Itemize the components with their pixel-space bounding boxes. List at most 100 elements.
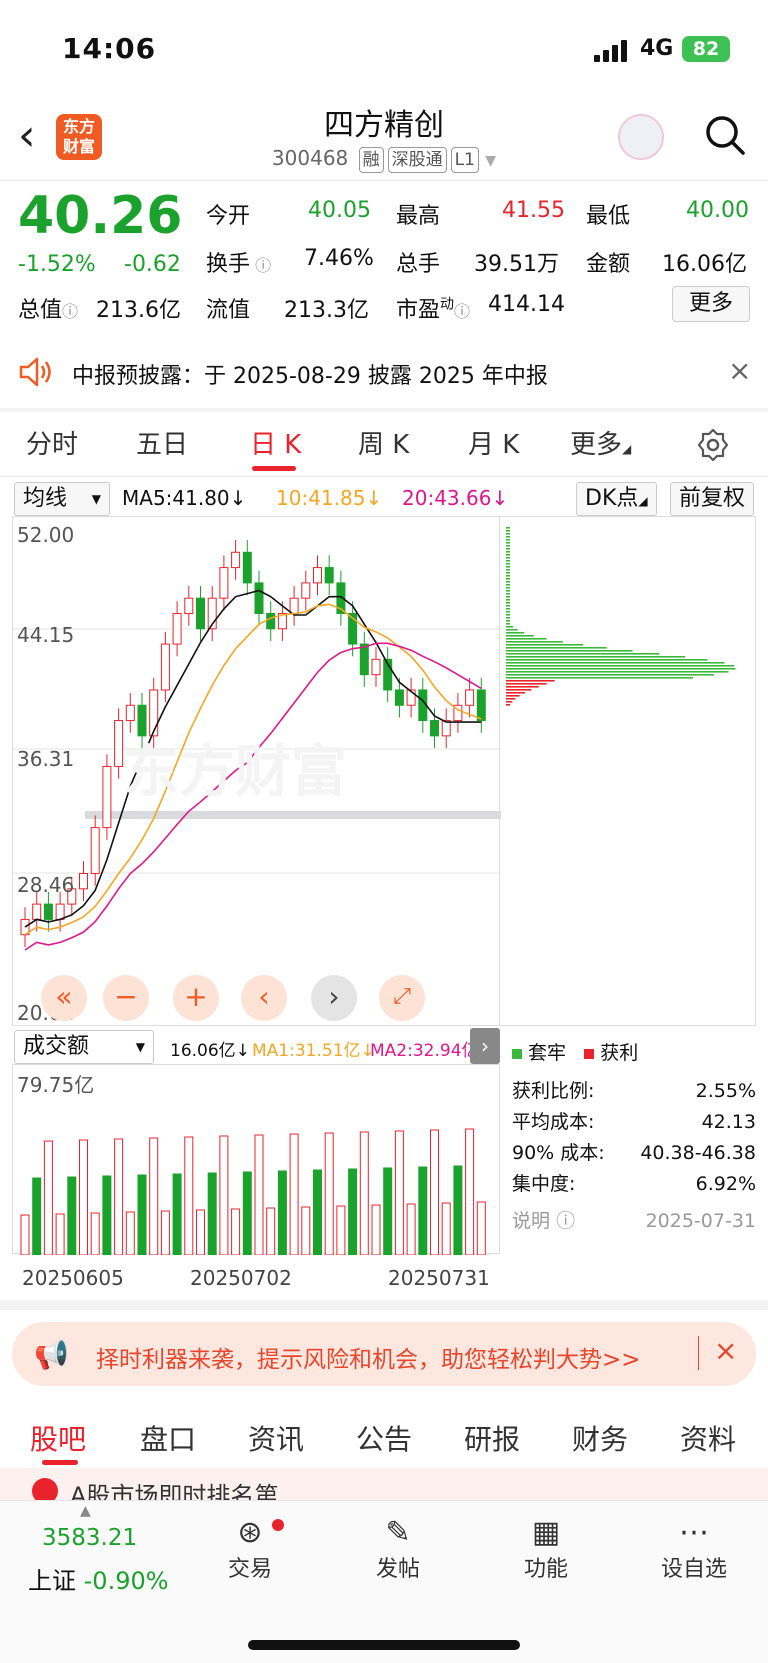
chip-bar	[506, 527, 510, 529]
tab-daily-k[interactable]: 日 K	[250, 424, 301, 461]
chip-bar	[506, 698, 516, 700]
promo-banner[interactable]: 📢 择时利器来袭，提示风险和机会，助您轻松判大势>> ×	[12, 1322, 756, 1386]
scroll-start-icon[interactable]: «	[41, 975, 87, 1021]
expand-arrow-icon[interactable]: ›	[470, 1028, 500, 1064]
chip-bar	[506, 596, 510, 598]
vol-ma2-readout: MA2:32.94亿	[370, 1041, 479, 1061]
settings-gear-icon[interactable]	[696, 428, 730, 462]
tab-announcements[interactable]: 公告	[356, 1418, 412, 1458]
chip-bar	[506, 647, 607, 649]
index-value[interactable]: 3583.21	[42, 1525, 137, 1551]
tab-underline	[252, 466, 296, 471]
volume-bar	[289, 1133, 299, 1256]
search-icon[interactable]	[704, 114, 746, 156]
chip-bar	[506, 662, 725, 664]
more-dots-icon: ⋯	[679, 1515, 709, 1550]
chip-bar	[506, 605, 510, 607]
chip-bar	[506, 644, 584, 646]
caret-up-icon: ▲	[80, 1503, 91, 1519]
functions-button[interactable]: ▦ 功能	[486, 1515, 606, 1583]
volume-bar	[79, 1139, 88, 1256]
tab-monthly-k[interactable]: 月 K	[468, 424, 519, 461]
assistant-avatar-icon[interactable]	[618, 114, 664, 160]
chip-distribution	[500, 516, 756, 1026]
chip-stats: 获利比例: 2.55% 平均成本: 42.13 90% 成本: 40.38-46.38…	[512, 1076, 756, 1237]
tab-profile[interactable]: 资料	[680, 1418, 736, 1458]
volume-bar	[207, 1172, 217, 1256]
add-watchlist-button[interactable]: ⋯ 设自选	[634, 1515, 754, 1583]
indicator-select[interactable]: 均线 ▼	[14, 482, 110, 516]
mktcap-value: 213.6亿	[96, 298, 181, 323]
chip-bar	[506, 548, 510, 550]
tab-5day[interactable]: 五日	[136, 424, 188, 461]
candle-body	[266, 612, 276, 630]
more-button[interactable]: 更多	[672, 286, 750, 322]
volume-ymax: 79.75亿	[17, 1073, 95, 1097]
volume-bar	[394, 1130, 404, 1256]
chip-bar	[506, 686, 539, 688]
chip-bar	[506, 590, 510, 592]
candle-body	[32, 903, 42, 920]
chip-bar	[506, 614, 510, 616]
chip-bar	[506, 572, 510, 574]
volume-chart[interactable]: 79.75亿	[12, 1064, 500, 1256]
chip-canvas	[506, 527, 736, 706]
chevron-down-icon: ▼	[485, 153, 497, 169]
last-price: 40.26	[18, 186, 183, 246]
y-label-3: 36.31	[17, 747, 75, 771]
scroll-right-icon[interactable]: ›	[311, 975, 357, 1021]
candle-body	[371, 658, 381, 676]
chip-bar	[506, 533, 510, 535]
chip-bar	[506, 584, 510, 586]
chip-note-link[interactable]: 说明 ⓘ	[512, 1206, 575, 1237]
tab-intraday[interactable]: 分时	[26, 424, 78, 461]
open-label: 今开	[206, 204, 251, 229]
chip-bar	[506, 545, 510, 547]
candle-body	[289, 597, 299, 614]
volume-bar	[465, 1128, 475, 1256]
volume-bar	[149, 1137, 159, 1256]
tab-news[interactable]: 资讯	[248, 1418, 304, 1458]
trade-button[interactable]: ⊛ 交易	[190, 1515, 310, 1583]
tab-weekly-k[interactable]: 周 K	[358, 424, 409, 461]
support-band	[85, 811, 501, 819]
tab-more[interactable]: 更多◢	[570, 424, 631, 461]
volume-bar	[441, 1202, 451, 1256]
zoom-in-icon[interactable]: +	[173, 975, 219, 1021]
candle-body	[394, 689, 404, 706]
candle-body	[184, 597, 194, 614]
chip-bar	[506, 629, 518, 631]
scroll-left-icon[interactable]: ‹	[241, 975, 287, 1021]
notice-bar[interactable]: 中报预披露：于 2025-08-29 披露 2025 年中报 ×	[0, 338, 768, 408]
candle-body	[90, 827, 100, 875]
index-row[interactable]: 上证 -0.90%	[28, 1561, 169, 1596]
close-icon[interactable]: ×	[714, 1334, 737, 1367]
speaker-icon	[19, 357, 51, 387]
close-icon[interactable]: ×	[728, 354, 751, 387]
post-button[interactable]: ✎ 发帖	[338, 1515, 458, 1583]
chip-bar	[506, 632, 525, 634]
tab-orderbook[interactable]: 盘口	[140, 1418, 196, 1458]
chip-bar	[506, 536, 510, 538]
volume-bar	[277, 1170, 287, 1256]
pe-value: 414.14	[488, 292, 565, 317]
volume-label: 总手	[396, 252, 441, 277]
amount-label: 金额	[586, 252, 631, 277]
tab-research[interactable]: 研报	[464, 1418, 520, 1458]
volume-bar	[371, 1204, 381, 1256]
candle-body	[313, 567, 322, 584]
zoom-out-icon[interactable]: −	[103, 975, 149, 1021]
volume-indicator-select[interactable]: 成交额 ▼	[14, 1030, 154, 1064]
fullscreen-icon[interactable]: ⤢	[379, 975, 425, 1021]
tab-guba[interactable]: 股吧	[30, 1418, 86, 1458]
home-indicator	[248, 1640, 520, 1650]
volume-bar	[336, 1205, 346, 1256]
adjust-button[interactable]: 前复权	[670, 482, 755, 516]
watermark: 东方财富	[123, 740, 347, 805]
dk-select[interactable]: DK点◢	[576, 482, 657, 516]
top-nav: ‹ 东方 财富 四方精创 300468 融深股通 L1 ▼	[0, 100, 768, 180]
tab-finance[interactable]: 财务	[572, 1418, 628, 1458]
kline-chart[interactable]: 东方财富 52.00 44.15 36.31 28.46 20.62 « − +…	[12, 516, 501, 1026]
peek-row[interactable]: A股市场即时排名第	[0, 1468, 768, 1500]
volume-bar	[301, 1206, 311, 1256]
